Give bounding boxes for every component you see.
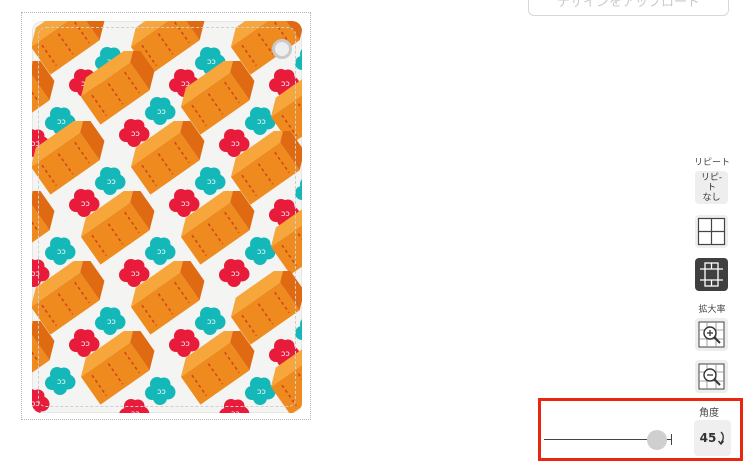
angle-value-label: 45 (699, 431, 717, 445)
svg-text:ɔɔ: ɔɔ (157, 247, 166, 256)
svg-text:ɔɔ: ɔɔ (32, 399, 40, 408)
half-drop-repeat-icon (700, 262, 723, 287)
svg-text:ɔɔ: ɔɔ (57, 247, 66, 256)
zoom-title: 拡大率 (698, 305, 726, 315)
angle-slider-end-tick (671, 434, 672, 445)
svg-text:ɔɔ: ɔɔ (157, 107, 166, 116)
svg-text:ɔɔ: ɔɔ (207, 177, 216, 186)
angle-title: 角度 (699, 408, 719, 419)
angle-slider-thumb[interactable] (647, 430, 667, 450)
pattern-motif: ɔɔ ɔɔ (262, 333, 302, 413)
strap-hole (272, 39, 292, 59)
svg-text:ɔɔ: ɔɔ (107, 177, 116, 186)
design-canvas[interactable]: ɔɔ ɔɔ ɔɔ ɔɔ ɔ ɔɔ ɔɔ ɔɔ ɔɔ ɔɔ ɔɔ ɔɔ ɔɔ ɔɔ… (21, 12, 311, 420)
upload-button-label: デザインをアップロード (556, 0, 700, 10)
zoom-in-icon (698, 321, 725, 348)
zoom-in-button[interactable] (695, 318, 728, 351)
grid-repeat-icon (697, 217, 726, 246)
svg-text:ɔɔ: ɔɔ (131, 409, 140, 413)
repeat-grid-button[interactable] (695, 215, 728, 248)
zoom-out-icon (698, 363, 725, 390)
rotate-arrow-icon (718, 431, 725, 445)
repeat-none-label: リピ- ト なし (700, 172, 723, 203)
svg-text:ɔɔ: ɔɔ (157, 387, 166, 396)
repeat-halfdrop-button[interactable] (695, 258, 728, 291)
svg-text:ɔɔ: ɔɔ (107, 317, 116, 326)
pass-case-preview: ɔɔ ɔɔ ɔɔ ɔɔ ɔ ɔɔ ɔɔ ɔɔ ɔɔ ɔɔ ɔɔ ɔɔ ɔɔ ɔɔ… (32, 21, 302, 413)
repeat-title: リピート (693, 158, 730, 168)
svg-text:ɔɔ: ɔɔ (57, 377, 66, 386)
repeat-none-button[interactable]: リピ- ト なし (695, 171, 728, 204)
upload-design-button[interactable]: デザインをアップロード (528, 0, 729, 16)
svg-text:ɔɔ: ɔɔ (207, 317, 216, 326)
svg-text:ɔɔ: ɔɔ (231, 409, 240, 413)
angle-45-button[interactable]: 45 (694, 420, 731, 456)
zoom-out-button[interactable] (695, 360, 728, 393)
